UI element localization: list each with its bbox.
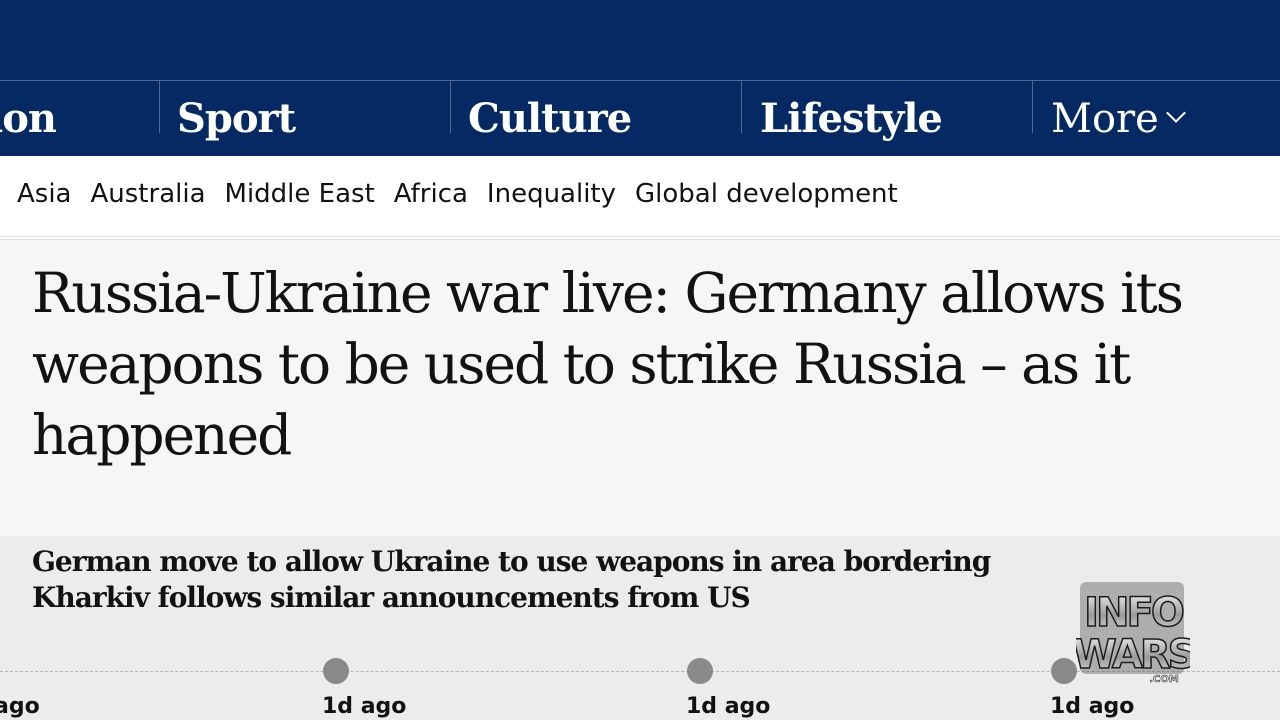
sub-nav: Asia Australia Middle East Africa Inequa… [0,156,1280,240]
pillar-lifestyle[interactable]: Lifestyle [760,81,943,157]
pillar-culture[interactable]: Culture [468,81,632,157]
article-standfirst: German move to allow Ukraine to use weap… [32,545,991,614]
pillar-divider [741,81,742,133]
subnav-item-africa[interactable]: Africa [394,179,468,209]
timeline-time[interactable]: 1d ago [686,694,770,719]
infowars-watermark-logo: INFO WARS .COM [1076,582,1190,684]
timeline-dot[interactable] [687,658,713,684]
subnav-item-middle-east[interactable]: Middle East [225,179,375,209]
watermark-text-info: INFO [1084,590,1183,636]
more-menu-button[interactable]: More [1051,81,1186,157]
timeline-time[interactable]: 1d ago [322,694,406,719]
watermark-text-wars: WARS [1076,632,1190,678]
pillar-nav: ion Sport Culture Lifestyle More [0,80,1280,156]
subnav-item-asia[interactable]: Asia [17,179,72,209]
timeline-time[interactable]: ago [0,694,40,719]
pillar-sport[interactable]: Sport [177,81,296,157]
more-label: More [1051,96,1159,142]
article-headline: Russia-Ukraine war live: Germany allows … [32,261,1184,467]
subnav-item-inequality[interactable]: Inequality [487,179,616,209]
masthead [0,0,1280,80]
sub-nav-list: Asia Australia Middle East Africa Inequa… [17,179,898,209]
timeline-time[interactable]: 1d ago [1050,694,1134,719]
watermark-text-com: .COM [1149,674,1179,684]
subnav-item-global-development[interactable]: Global development [635,179,898,209]
timeline-dot[interactable] [1051,658,1077,684]
pillar-divider [450,81,451,133]
pillar-divider [1032,81,1033,133]
pillar-opinion[interactable]: ion [0,81,57,157]
subnav-item-australia[interactable]: Australia [91,179,206,209]
pillar-divider [159,81,160,133]
chevron-down-icon [1165,103,1186,123]
timeline-dot[interactable] [323,658,349,684]
